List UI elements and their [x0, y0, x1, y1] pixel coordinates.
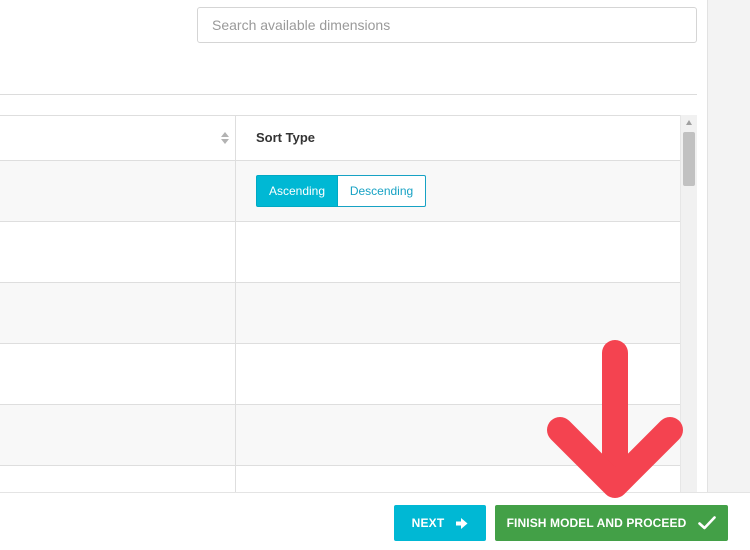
table-cell	[0, 344, 236, 404]
table-header: Sort Type	[0, 116, 680, 161]
table-cell	[0, 283, 236, 343]
descending-button[interactable]: Descending	[338, 175, 426, 207]
table-cell	[0, 222, 236, 282]
table-cell	[0, 161, 236, 221]
sort-icon[interactable]	[220, 131, 230, 145]
next-button[interactable]: NEXT	[394, 505, 486, 541]
table-row	[0, 283, 680, 344]
footer-bar: NEXT FINISH MODEL AND PROCEED	[0, 492, 750, 550]
arrow-right-icon	[456, 517, 468, 529]
column-header-dimension[interactable]	[0, 116, 236, 161]
right-gutter	[707, 0, 750, 495]
scroll-up-arrow-icon[interactable]	[686, 120, 692, 125]
divider	[0, 94, 697, 95]
dimensions-table: Sort Type Ascending Descending	[0, 115, 680, 495]
table-row	[0, 466, 680, 495]
table-row	[0, 344, 680, 405]
sort-type-toggle: Ascending Descending	[256, 175, 426, 207]
column-header-sort-type: Sort Type	[256, 130, 315, 145]
main-panel: Sort Type Ascending Descending	[0, 0, 707, 495]
search-input[interactable]	[197, 7, 697, 43]
table-cell	[0, 405, 236, 465]
table-row: Ascending Descending	[0, 161, 680, 222]
table-cell	[0, 466, 236, 495]
next-button-label: NEXT	[411, 516, 445, 530]
table-row	[0, 405, 680, 466]
checkmark-icon	[698, 516, 717, 530]
finish-model-and-proceed-button[interactable]: FINISH MODEL AND PROCEED	[495, 505, 728, 541]
table-row	[0, 222, 680, 283]
scroll-thumb[interactable]	[683, 132, 695, 186]
ascending-button[interactable]: Ascending	[256, 175, 338, 207]
table-scrollbar[interactable]	[680, 115, 697, 495]
finish-button-label: FINISH MODEL AND PROCEED	[506, 516, 687, 530]
